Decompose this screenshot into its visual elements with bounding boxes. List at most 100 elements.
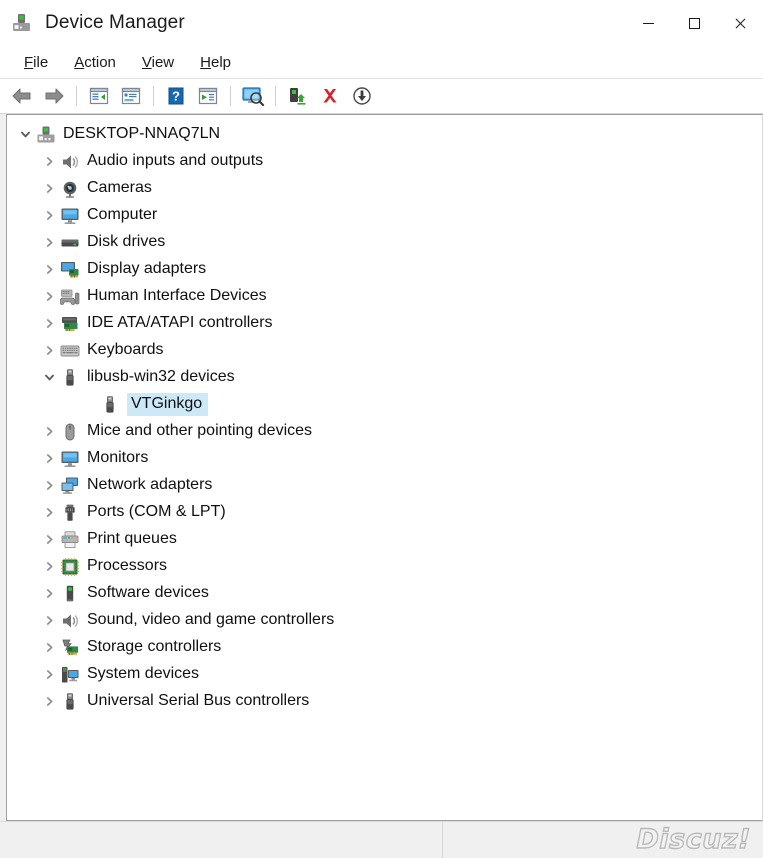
port-connector-icon — [65, 504, 75, 521]
menu-help-rest: elp — [210, 53, 232, 71]
tree-node-desktop-nnaq7ln[interactable]: DESKTOP-NNAQ7LN — [7, 121, 762, 148]
tree-node-toggle[interactable] — [39, 561, 59, 572]
speaker-icon — [59, 152, 81, 172]
tree-node-toggle[interactable] — [15, 129, 35, 140]
tree-node-toggle[interactable] — [39, 480, 59, 491]
tree-node-network-adapters[interactable]: Network adapters — [7, 472, 762, 499]
tree-node-label: libusb-win32 devices — [87, 368, 235, 385]
tree-node-toggle[interactable] — [39, 156, 59, 167]
forward-button[interactable] — [38, 81, 70, 111]
tree-node-toggle[interactable] — [39, 210, 59, 221]
system-device-icon — [62, 666, 79, 682]
tree-node-toggle[interactable] — [39, 426, 59, 437]
tree-node-label: Network adapters — [87, 476, 213, 493]
uninstall-device-button[interactable] — [314, 81, 346, 111]
help-button[interactable]: ? — [160, 81, 192, 111]
menu-view[interactable]: View — [130, 51, 186, 74]
printer-icon — [59, 530, 81, 550]
tree-node-ports-com-lpt[interactable]: Ports (COM & LPT) — [7, 499, 762, 526]
toolbar: ? — [0, 79, 763, 114]
usb-device-icon — [59, 692, 81, 712]
menu-action[interactable]: Action — [62, 51, 128, 74]
chevron-right-icon — [46, 238, 52, 247]
tree-node-toggle[interactable] — [39, 372, 59, 383]
chevron-down-icon — [20, 131, 30, 138]
minimize-icon — [642, 22, 654, 24]
chevron-right-icon — [46, 319, 52, 328]
tree-node-toggle[interactable] — [39, 642, 59, 653]
tree-node-print-queues[interactable]: Print queues — [7, 526, 762, 553]
tree-node-vtginkgo[interactable]: VTGinkgo — [7, 391, 762, 418]
chevron-right-icon — [46, 454, 52, 463]
tree-node-storage-controllers[interactable]: Storage controllers — [7, 634, 762, 661]
tree-node-label: Software devices — [87, 584, 209, 601]
show-hide-console-tree-button[interactable] — [83, 81, 115, 111]
tree-node-toggle[interactable] — [39, 183, 59, 194]
status-cell-left — [0, 822, 443, 858]
tree-node-toggle[interactable] — [39, 588, 59, 599]
chevron-right-icon — [46, 265, 52, 274]
tree-node-universal-serial-bus-controllers[interactable]: Universal Serial Bus controllers — [7, 688, 762, 715]
usb-device-icon — [106, 395, 114, 413]
window-title: Device Manager — [45, 12, 185, 33]
menu-view-rest: iew — [151, 53, 175, 71]
network-adapter-icon — [61, 477, 78, 494]
tree-node-toggle[interactable] — [39, 669, 59, 680]
processor-chip-icon — [59, 557, 81, 577]
tree-node-human-interface-devices[interactable]: Human Interface Devices — [7, 283, 762, 310]
monitor-icon — [59, 449, 81, 469]
tree-node-ide-ata-atapi-controllers[interactable]: IDE ATA/ATAPI controllers — [7, 310, 762, 337]
tree-node-toggle[interactable] — [39, 237, 59, 248]
back-button[interactable] — [6, 81, 38, 111]
tree-node-label: Monitors — [87, 449, 149, 466]
device-tree-panel[interactable]: DESKTOP-NNAQ7LN Audio inputs and outputs C… — [6, 114, 763, 821]
minimize-button[interactable] — [625, 0, 671, 46]
tree-node-sound-video-and-game-controllers[interactable]: Sound, video and game controllers — [7, 607, 762, 634]
tree-node-toggle[interactable] — [39, 534, 59, 545]
scan-monitor-icon — [242, 87, 265, 106]
menu-file[interactable]: File — [12, 51, 60, 74]
close-button[interactable] — [717, 0, 763, 46]
tree-node-toggle[interactable] — [39, 696, 59, 707]
tree-node-libusb-win32-devices[interactable]: libusb-win32 devices — [7, 364, 762, 391]
scan-hardware-changes-button[interactable] — [237, 81, 269, 111]
tree-node-toggle[interactable] — [39, 345, 59, 356]
forward-arrow-icon — [45, 88, 64, 104]
tree-node-toggle[interactable] — [39, 264, 59, 275]
properties-button[interactable] — [115, 81, 147, 111]
chevron-right-icon — [46, 427, 52, 436]
tree-node-toggle[interactable] — [39, 318, 59, 329]
tree-node-processors[interactable]: Processors — [7, 553, 762, 580]
tree-node-toggle[interactable] — [39, 507, 59, 518]
tree-node-mice-and-other-pointing-devices[interactable]: Mice and other pointing devices — [7, 418, 762, 445]
tree-node-cameras[interactable]: Cameras — [7, 175, 762, 202]
monitor-icon — [59, 206, 81, 226]
enable-device-button[interactable] — [282, 81, 314, 111]
tree-node-keyboards[interactable]: Keyboards — [7, 337, 762, 364]
status-cell-right: Discuz! — [443, 822, 763, 858]
tree-node-monitors[interactable]: Monitors — [7, 445, 762, 472]
update-driver-icon — [198, 87, 218, 105]
tree-node-toggle[interactable] — [39, 453, 59, 464]
tree-node-system-devices[interactable]: System devices — [7, 661, 762, 688]
mouse-icon — [65, 423, 75, 440]
menu-help[interactable]: Help — [188, 51, 243, 74]
tree-node-computer[interactable]: Computer — [7, 202, 762, 229]
tree-node-toggle[interactable] — [39, 291, 59, 302]
tree-node-software-devices[interactable]: Software devices — [7, 580, 762, 607]
chevron-right-icon — [46, 589, 52, 598]
speaker-icon — [63, 155, 78, 168]
download-button[interactable] — [346, 81, 378, 111]
help-question-icon: ? — [168, 87, 184, 105]
tree-node-display-adapters[interactable]: Display adapters — [7, 256, 762, 283]
chevron-down-icon — [44, 374, 54, 381]
console-tree-icon — [89, 87, 109, 105]
update-driver-button[interactable] — [192, 81, 224, 111]
toolbar-separator-2 — [153, 86, 154, 106]
tree-node-toggle[interactable] — [39, 615, 59, 626]
tree-node-audio-inputs-and-outputs[interactable]: Audio inputs and outputs — [7, 148, 762, 175]
tree-node-disk-drives[interactable]: Disk drives — [7, 229, 762, 256]
software-device-icon — [66, 585, 74, 601]
maximize-button[interactable] — [671, 0, 717, 46]
content-area: DESKTOP-NNAQ7LN Audio inputs and outputs C… — [0, 114, 763, 821]
